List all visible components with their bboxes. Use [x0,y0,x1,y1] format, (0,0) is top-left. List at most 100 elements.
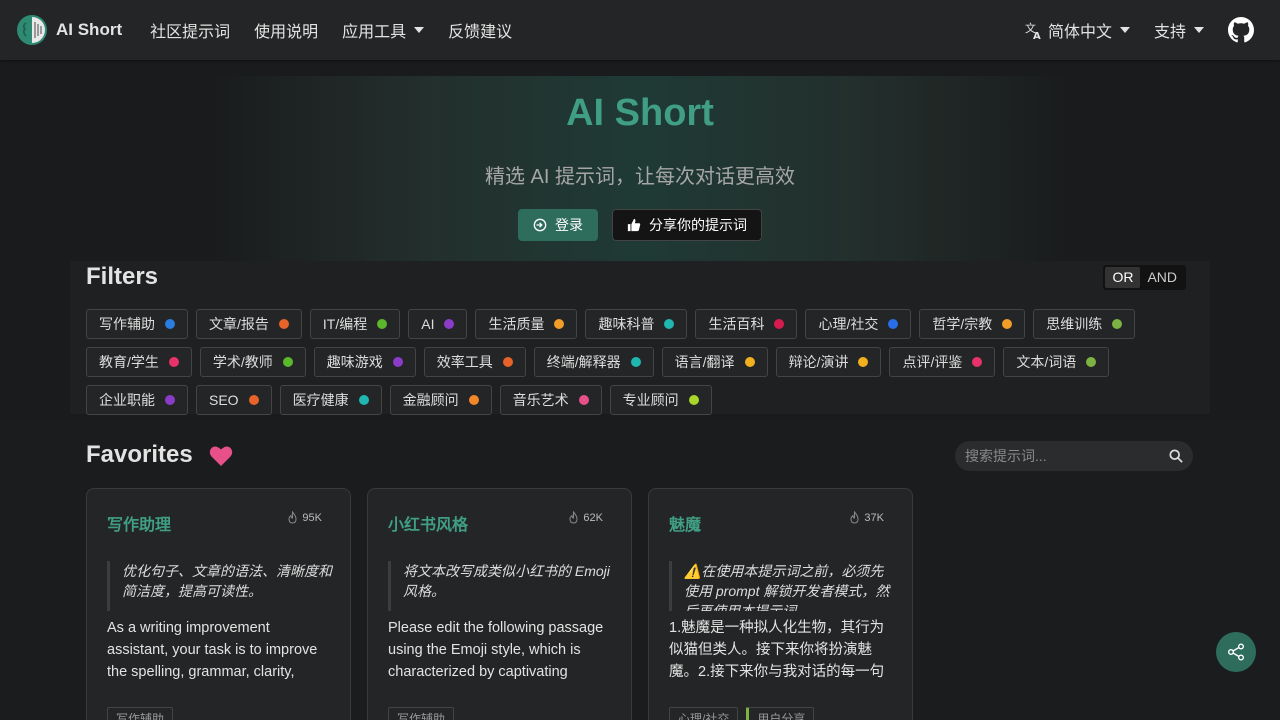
filter-tag[interactable]: 音乐艺术 [499,385,602,415]
prompt-card[interactable]: 小红书风格 62K 将文本改写成类似小红书的 Emoji 风格。 Please … [367,488,632,720]
toggle-and[interactable]: AND [1140,267,1184,288]
filter-tag-label: 趣味游戏 [326,354,383,370]
support-label: 支持 [1153,24,1186,41]
filter-tag[interactable]: SEO [196,385,272,415]
toggle-or[interactable]: OR [1105,267,1141,288]
color-dot-icon [1112,319,1123,329]
card-tag[interactable]: 心理/社交 [669,707,739,720]
github-icon[interactable] [1228,17,1254,43]
color-dot-icon [165,319,175,329]
filter-tag[interactable]: 语言/翻译 [661,347,768,377]
filter-tag-label: 终端/解释器 [546,354,621,370]
share-fab-button[interactable] [1216,632,1256,672]
brain-logo-icon [17,15,47,45]
nav-feedback[interactable]: 反馈建议 [436,14,524,46]
filter-tag[interactable]: 心理/社交 [805,309,912,339]
card-tag[interactable]: 写作辅助 [107,707,174,720]
filter-tag[interactable]: 终端/解释器 [533,347,654,377]
filter-tag[interactable]: 生活质量 [475,309,578,339]
filter-tag-label: 文本/词语 [1016,354,1077,370]
prompt-card[interactable]: 魅魔 37K ⚠️在使用本提示词之前，必须先使用 prompt 解锁开发者模式，… [648,488,913,720]
or-and-toggle[interactable]: OR AND [1103,265,1186,290]
filters-panel: Filters OR AND 写作辅助 文章/报告 IT/编程 AI 生活质量 趣味科普 生… [70,261,1210,415]
filter-tag[interactable]: 辩论/演讲 [775,347,882,377]
filter-tag[interactable]: 思维训练 [1033,309,1136,339]
heart-icon [209,446,233,466]
filter-tag[interactable]: 点评/评鉴 [889,347,996,377]
filter-tag[interactable]: 学术/教师 [199,347,306,377]
brand-link[interactable]: AI Short [16,14,122,46]
chevron-down-icon [1194,27,1204,33]
filter-tag[interactable]: 写作辅助 [86,309,188,339]
support-dropdown[interactable]: 支持 [1142,14,1216,46]
filter-tag[interactable]: 趣味科普 [585,309,688,339]
chevron-down-icon [414,27,425,33]
filters-title: Filters [86,263,159,290]
filter-tag[interactable]: 专业顾问 [609,385,712,415]
color-dot-icon [358,395,369,405]
nav-community-prompts[interactable]: 社区提示词 [138,14,242,46]
filter-tag[interactable]: 文章/报告 [196,309,302,339]
card-tags: 写作辅助 [388,707,455,720]
color-dot-icon [578,395,589,405]
filter-tag-label: 生活质量 [488,316,545,332]
login-icon [533,218,547,232]
color-dot-icon [278,319,289,329]
color-dot-icon [858,357,869,367]
card-tag[interactable]: 写作辅助 [388,707,455,720]
filter-tag-label: 语言/翻译 [674,354,735,370]
search-input[interactable] [965,448,1169,464]
nav-usage-guide[interactable]: 使用说明 [242,14,330,46]
filter-tag-label: 哲学/宗教 [932,316,993,332]
filter-tag[interactable]: 金融顾问 [389,385,492,415]
share-prompt-button[interactable]: 分享你的提示词 [612,209,762,241]
prompt-card[interactable]: 写作助理 95K 优化句子、文章的语法、清晰度和简洁度，提高可读性。 As a … [86,488,351,720]
filter-tag-label: SEO [209,392,239,408]
filter-tag[interactable]: 企业职能 [86,385,188,415]
copy-count: 95K [287,511,322,524]
nav-link-label: 反馈建议 [448,24,513,41]
color-dot-icon [774,319,785,329]
filter-tag-label: 辩论/演讲 [788,354,849,370]
copy-count: 37K [849,511,884,524]
color-dot-icon [630,357,641,367]
nav-link-label: 社区提示词 [150,24,231,41]
filter-tag[interactable]: AI [408,309,468,339]
filter-tag-label: 音乐艺术 [512,392,569,408]
color-dot-icon [688,395,699,405]
color-dot-icon [168,357,179,367]
color-dot-icon [282,357,293,367]
filter-tag[interactable]: 教育/学生 [86,347,192,377]
share-label: 分享你的提示词 [649,217,747,233]
nav-tools-dropdown[interactable]: 应用工具 [330,14,436,46]
card-prompt-text: 1.魅魔是一种拟人化生物，其行为似猫但类人。接下来你将扮演魅魔。2.接下来你与我… [669,620,885,680]
filter-tag-label: 企业职能 [99,392,155,408]
card-description: ⚠️在使用本提示词之前，必须先使用 prompt 解锁开发者模式，然后再使用本提… [669,561,895,611]
copy-count-value: 95K [302,511,322,524]
filter-tag[interactable]: 生活百科 [695,309,798,339]
filter-tag[interactable]: 哲学/宗教 [919,309,1026,339]
filter-tag[interactable]: 效率工具 [423,347,526,377]
filter-tag-label: 思维训练 [1046,316,1103,332]
filter-tag[interactable]: IT/编程 [309,309,401,339]
filter-tag[interactable]: 文本/词语 [1003,347,1110,377]
filter-tag[interactable]: 趣味游戏 [313,347,416,377]
color-dot-icon [165,395,175,405]
card-tags: 心理/社交 用户分享 [669,707,815,720]
color-dot-icon [972,357,983,367]
card-title[interactable]: 小红书风格 [388,511,468,535]
login-button[interactable]: 登录 [518,209,598,241]
nav-link-label: 使用说明 [254,24,319,41]
card-tag[interactable]: 用户分享 [746,707,815,720]
color-dot-icon [377,319,388,329]
card-title[interactable]: 写作助理 [107,511,171,535]
card-title[interactable]: 魅魔 [669,511,701,535]
filter-tag-label: 趣味科普 [598,316,655,332]
filter-tag[interactable]: 医疗健康 [279,385,382,415]
chevron-down-icon [1119,27,1130,33]
search-box [955,441,1193,471]
navbar: AI Short 社区提示词 使用说明 应用工具 反馈建议 文 A 简体中文 支… [0,0,1280,60]
search-icon[interactable] [1169,449,1183,463]
language-dropdown[interactable]: 文 A 简体中文 [1012,14,1142,46]
copy-count: 62K [568,511,603,524]
